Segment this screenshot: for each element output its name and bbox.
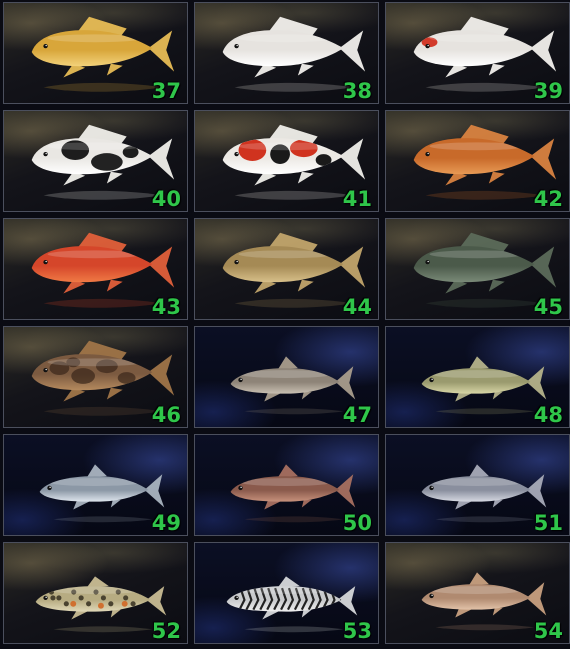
fish-card-44[interactable]: 44	[194, 218, 379, 320]
fish-card-43[interactable]: 43	[3, 218, 188, 320]
fish-number: 47	[342, 403, 372, 427]
fish-50-image	[230, 464, 356, 523]
fish-card-37[interactable]: 37	[3, 2, 188, 104]
fish-card-51[interactable]: 51	[385, 434, 570, 536]
fish-card-48[interactable]: 48	[385, 326, 570, 428]
fish-card-50[interactable]: 50	[194, 434, 379, 536]
fish-number: 46	[151, 403, 181, 427]
fish-number: 53	[342, 619, 372, 643]
fish-card-54[interactable]: 54	[385, 542, 570, 644]
fish-card-38[interactable]: 38	[194, 2, 379, 104]
fish-51-image	[421, 464, 547, 523]
fish-number: 38	[342, 79, 372, 103]
fish-53-image	[226, 576, 358, 633]
fish-card-47[interactable]: 47	[194, 326, 379, 428]
fish-card-53[interactable]: 53	[194, 542, 379, 644]
fish-card-52[interactable]: 52	[3, 542, 188, 644]
fish-card-45[interactable]: 45	[385, 218, 570, 320]
fish-52-image	[35, 576, 167, 633]
fish-card-40[interactable]: 40	[3, 110, 188, 212]
fish-number: 54	[533, 619, 563, 643]
fish-card-46[interactable]: 46	[3, 326, 188, 428]
fish-card-41[interactable]: 41	[194, 110, 379, 212]
fish-number: 52	[151, 619, 181, 643]
fish-47-image	[230, 356, 356, 415]
fish-49-image	[39, 464, 165, 523]
fish-number: 49	[151, 511, 181, 535]
fish-number: 40	[151, 187, 181, 211]
fish-collection-grid: 37 38 39 40 41 42 43 44 45 46 47 48 49 50 51 52 53 54	[0, 0, 570, 649]
fish-number: 45	[533, 295, 563, 319]
fish-card-42[interactable]: 42	[385, 110, 570, 212]
fish-number: 42	[533, 187, 563, 211]
fish-number: 39	[533, 79, 563, 103]
fish-number: 43	[151, 295, 181, 319]
fish-number: 48	[533, 403, 563, 427]
fish-number: 51	[533, 511, 563, 535]
fish-number: 41	[342, 187, 372, 211]
fish-48-image	[421, 356, 547, 415]
fish-number: 44	[342, 295, 372, 319]
fish-number: 37	[151, 79, 181, 103]
fish-54-image	[421, 572, 547, 631]
fish-card-39[interactable]: 39	[385, 2, 570, 104]
fish-number: 50	[342, 511, 372, 535]
fish-card-49[interactable]: 49	[3, 434, 188, 536]
